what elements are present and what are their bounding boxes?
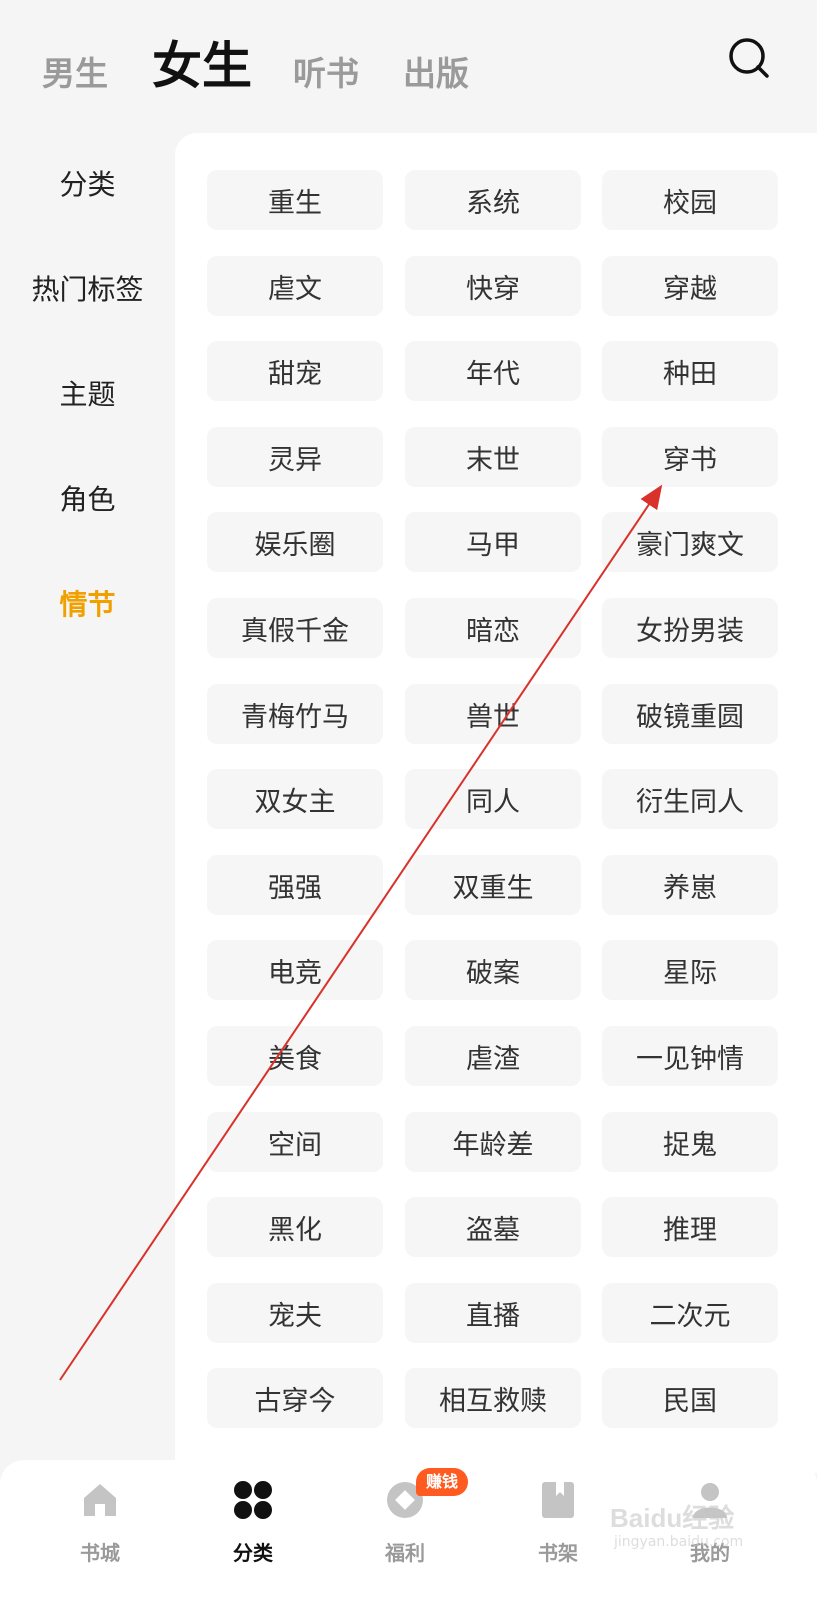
tag-chip[interactable]: 双女主: [207, 769, 383, 829]
tag-chip[interactable]: 甜宠: [207, 341, 383, 401]
tag-chip[interactable]: 电竞: [207, 940, 383, 1000]
bookshelf-icon: [542, 1482, 574, 1518]
watermark-text: Baidu经验: [610, 1503, 735, 1533]
tag-chip[interactable]: 捉鬼: [602, 1112, 778, 1172]
tag-chip[interactable]: 兽世: [405, 684, 581, 744]
tag-chip[interactable]: 快穿: [405, 256, 581, 316]
tab-male[interactable]: 男生: [42, 52, 108, 96]
tag-chip[interactable]: 末世: [405, 427, 581, 487]
tag-chip[interactable]: 重生: [207, 170, 383, 230]
bottom-nav-bookshelf[interactable]: 书架: [498, 1478, 618, 1588]
watermark-url: jingyan.baidu.com: [614, 1534, 744, 1550]
home-icon: [84, 1484, 116, 1516]
tag-chip[interactable]: 一见钟情: [602, 1026, 778, 1086]
tag-chip[interactable]: 推理: [602, 1197, 778, 1257]
side-item-role[interactable]: 角色: [0, 480, 175, 520]
tag-chip[interactable]: 双重生: [405, 855, 581, 915]
tag-chip[interactable]: 真假千金: [207, 598, 383, 658]
side-item-theme[interactable]: 主题: [0, 375, 175, 415]
tag-chip[interactable]: 养崽: [602, 855, 778, 915]
category-icon: [234, 1481, 272, 1519]
tag-chip[interactable]: 盗墓: [405, 1197, 581, 1257]
bottom-nav-label: 书架: [538, 1541, 578, 1565]
gender-tab-bar: 男生 女生 听书 出版: [0, 0, 817, 130]
earn-money-badge: 赚钱: [416, 1468, 469, 1496]
tag-chip[interactable]: 相互救赎: [405, 1368, 581, 1428]
tag-chip[interactable]: 穿书: [602, 427, 778, 487]
tag-chip[interactable]: 年代: [405, 341, 581, 401]
tag-chip[interactable]: 二次元: [602, 1283, 778, 1343]
tag-chip[interactable]: 马甲: [405, 512, 581, 572]
watermark: Baidu经验 jingyan.baidu.com: [610, 1498, 810, 1558]
tag-chip[interactable]: 衍生同人: [602, 769, 778, 829]
tag-chip[interactable]: 直播: [405, 1283, 581, 1343]
tag-chip[interactable]: 娱乐圈: [207, 512, 383, 572]
tag-chip[interactable]: 虐文: [207, 256, 383, 316]
tag-chip[interactable]: 民国: [602, 1368, 778, 1428]
side-item-category[interactable]: 分类: [0, 165, 175, 205]
tag-chip[interactable]: 灵异: [207, 427, 383, 487]
tag-chip[interactable]: 黑化: [207, 1197, 383, 1257]
bottom-nav-label: 福利: [385, 1541, 425, 1565]
tab-publish[interactable]: 出版: [403, 52, 469, 96]
tag-chip[interactable]: 同人: [405, 769, 581, 829]
side-item-hot-tags[interactable]: 热门标签: [0, 270, 175, 310]
tag-chip[interactable]: 女扮男装: [602, 598, 778, 658]
search-button[interactable]: [727, 36, 771, 80]
tag-chip[interactable]: 美食: [207, 1026, 383, 1086]
tag-chip[interactable]: 空间: [207, 1112, 383, 1172]
tag-chip[interactable]: 星际: [602, 940, 778, 1000]
tag-chip[interactable]: 年龄差: [405, 1112, 581, 1172]
tag-chip[interactable]: 校园: [602, 170, 778, 230]
tag-chip[interactable]: 强强: [207, 855, 383, 915]
tag-chip[interactable]: 宠夫: [207, 1283, 383, 1343]
tag-chip[interactable]: 虐渣: [405, 1026, 581, 1086]
tab-female[interactable]: 女生: [152, 36, 252, 96]
side-item-plot[interactable]: 情节: [0, 585, 175, 625]
tag-chip[interactable]: 豪门爽文: [602, 512, 778, 572]
tag-chip[interactable]: 系统: [405, 170, 581, 230]
tab-audiobook[interactable]: 听书: [293, 52, 359, 96]
tag-chip[interactable]: 种田: [602, 341, 778, 401]
bottom-nav-category[interactable]: 分类: [193, 1478, 313, 1588]
tag-chip[interactable]: 暗恋: [405, 598, 581, 658]
bottom-nav-label: 书城: [80, 1541, 120, 1565]
search-icon: [729, 38, 769, 78]
tag-chip[interactable]: 青梅竹马: [207, 684, 383, 744]
tag-chip[interactable]: 古穿今: [207, 1368, 383, 1428]
tag-chip[interactable]: 穿越: [602, 256, 778, 316]
tag-panel: 重生 系统 校园虐文 快穿 穿越甜宠 年代 种田灵异 末世 穿书娱乐圈 马甲 豪门爽文真假千金 暗恋女…: [175, 133, 817, 1473]
bottom-nav-label: 分类: [233, 1541, 273, 1565]
tag-chip[interactable]: 破镜重圆: [602, 684, 778, 744]
bottom-nav-bookstore[interactable]: 书城: [40, 1478, 160, 1588]
tag-chip[interactable]: 破案: [405, 940, 581, 1000]
